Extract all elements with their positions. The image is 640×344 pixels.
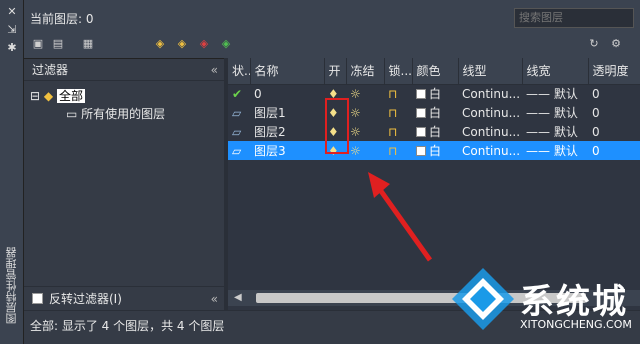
watermark-logo: [452, 268, 514, 330]
color-label: 白: [429, 125, 442, 139]
sun-thaw-icon[interactable]: ☼: [350, 106, 361, 120]
tree-node-all[interactable]: ⊟ ◆ 全部: [30, 87, 85, 104]
table-row[interactable]: ✔ 0 ♦ ☼ ⊓ 白 Continu... —— 默认 0: [228, 84, 640, 103]
collapse-icon[interactable]: «: [211, 287, 218, 311]
layer-name: 0: [254, 86, 262, 101]
invert-filter-row[interactable]: 反转过滤器(I) «: [24, 286, 224, 310]
pin-icon[interactable]: ⇲: [6, 24, 18, 36]
annotation-arrow: [368, 172, 433, 262]
lineweight-cell[interactable]: —— 默认: [522, 103, 588, 122]
palette-title: 图层特性管理器: [5, 247, 18, 324]
lineweight-cell[interactable]: —— 默认: [522, 141, 588, 160]
filter-header-label: 过滤器: [32, 63, 69, 77]
tree-node-used-label: 所有使用的图层: [81, 107, 166, 121]
highlight-box: [325, 98, 349, 154]
layer-status-icon: ▱: [232, 105, 242, 120]
transparency-cell[interactable]: 0: [588, 84, 640, 103]
col-status[interactable]: 状...: [228, 58, 251, 85]
color-label: 白: [429, 144, 442, 158]
new-property-filter-icon[interactable]: ▣: [30, 36, 46, 52]
linetype-cell[interactable]: Continu...: [458, 84, 522, 103]
watermark: 系统城 XITONGCHENG.COM: [448, 258, 638, 342]
layer-name: 图层1: [254, 106, 286, 120]
sun-thaw-icon[interactable]: ☼: [350, 144, 361, 158]
tree-node-all-label: 全部: [56, 89, 85, 103]
new-layer-icon[interactable]: ◈: [152, 36, 168, 52]
col-linetype[interactable]: 线型: [458, 58, 523, 85]
table-row[interactable]: ▱ 图层2 ♦ ☼ ⊓ 白 Continu... —— 默认 0: [228, 122, 640, 141]
lineweight-label: 默认: [553, 125, 578, 139]
unlock-icon[interactable]: ⊓: [388, 87, 397, 101]
settings-icon[interactable]: ⚙: [608, 36, 624, 52]
transparency-cell[interactable]: 0: [588, 103, 640, 122]
invert-filter-checkbox[interactable]: [32, 293, 43, 304]
transparency-cell[interactable]: 0: [588, 122, 640, 141]
scroll-left-icon[interactable]: ◀: [234, 292, 242, 303]
col-name[interactable]: 名称: [250, 58, 325, 85]
lineweight-cell[interactable]: —— 默认: [522, 84, 588, 103]
close-icon[interactable]: ✕: [6, 6, 18, 18]
filter-tree: ⊟ ◆ 全部 ▭ 所有使用的图层: [24, 81, 224, 281]
lineweight-label: 默认: [553, 87, 578, 102]
color-swatch[interactable]: [416, 89, 426, 100]
filter-icon: ◆: [43, 89, 54, 103]
watermark-url: XITONGCHENG.COM: [520, 318, 632, 331]
grid-header: 状... 名称 开 冻结 锁... 颜色 线型 线宽 透明度: [228, 58, 640, 85]
filter-group-icon: ▭: [66, 107, 78, 121]
sun-thaw-icon[interactable]: ☼: [350, 125, 361, 139]
col-lock[interactable]: 锁...: [384, 58, 413, 85]
current-check-icon: ✔: [232, 86, 243, 101]
col-freeze[interactable]: 冻结: [346, 58, 385, 85]
collapse-icon[interactable]: «: [211, 59, 218, 81]
unlock-icon[interactable]: ⊓: [388, 106, 397, 120]
new-vp-frozen-layer-icon[interactable]: ◈: [174, 36, 190, 52]
unlock-icon[interactable]: ⊓: [388, 125, 397, 139]
color-label: 白: [429, 106, 442, 120]
color-swatch[interactable]: [416, 127, 426, 137]
linetype-cell[interactable]: Continu...: [458, 122, 522, 141]
table-row[interactable]: ▱ 图层1 ♦ ☼ ⊓ 白 Continu... —— 默认 0: [228, 103, 640, 122]
layer-states-icon[interactable]: ▦: [80, 36, 96, 52]
col-on[interactable]: 开: [324, 58, 347, 85]
layer-status-icon: ▱: [232, 124, 242, 139]
tree-node-used[interactable]: ▭ 所有使用的图层: [66, 105, 165, 122]
palette-title-bar: ✕ ⇲ ✱ 图层特性管理器: [0, 0, 24, 344]
new-group-filter-icon[interactable]: ▤: [50, 36, 66, 52]
top-toolbar: 当前图层: 0 ▣ ▤ ▦ ◈ ◈ ◈ ◈ ↻ ⚙: [24, 0, 640, 58]
lineweight-label: 默认: [553, 144, 578, 158]
table-row[interactable]: ▱ 图层3 ♦ ☼ ⊓ 白 Continu... —— 默认 0: [228, 141, 640, 160]
delete-layer-icon[interactable]: ◈: [196, 36, 212, 52]
refresh-icon[interactable]: ↻: [586, 36, 602, 52]
lineweight-label: 默认: [553, 106, 578, 120]
filter-header: 过滤器 «: [24, 59, 224, 81]
color-swatch[interactable]: [416, 108, 426, 118]
current-layer-label: 当前图层: 0: [30, 12, 94, 26]
layer-status-icon: ▱: [232, 143, 242, 158]
watermark-text: 系统城: [520, 282, 628, 322]
color-label: 白: [429, 87, 442, 102]
lineweight-cell[interactable]: —— 默认: [522, 122, 588, 141]
invert-filter-label: 反转过滤器(I): [49, 292, 122, 306]
col-color[interactable]: 颜色: [412, 58, 459, 85]
sun-thaw-icon[interactable]: ☼: [350, 87, 361, 101]
linetype-cell[interactable]: Continu...: [458, 103, 522, 122]
linetype-cell[interactable]: Continu...: [458, 141, 522, 160]
layer-name: 图层3: [250, 141, 324, 160]
minus-icon[interactable]: ⊟: [30, 89, 40, 103]
search-input[interactable]: [514, 8, 634, 28]
layer-name: 图层2: [254, 125, 286, 139]
unlock-icon[interactable]: ⊓: [388, 144, 397, 158]
color-swatch[interactable]: [416, 146, 426, 156]
filter-panel: 过滤器 « ⊟ ◆ 全部 ▭ 所有使用的图层 反转过滤器(I) «: [24, 58, 224, 310]
properties-icon[interactable]: ✱: [6, 42, 18, 54]
set-current-icon[interactable]: ◈: [218, 36, 234, 52]
col-transparency[interactable]: 透明度: [588, 58, 640, 85]
col-lineweight[interactable]: 线宽: [522, 58, 589, 85]
transparency-cell[interactable]: 0: [588, 141, 640, 160]
